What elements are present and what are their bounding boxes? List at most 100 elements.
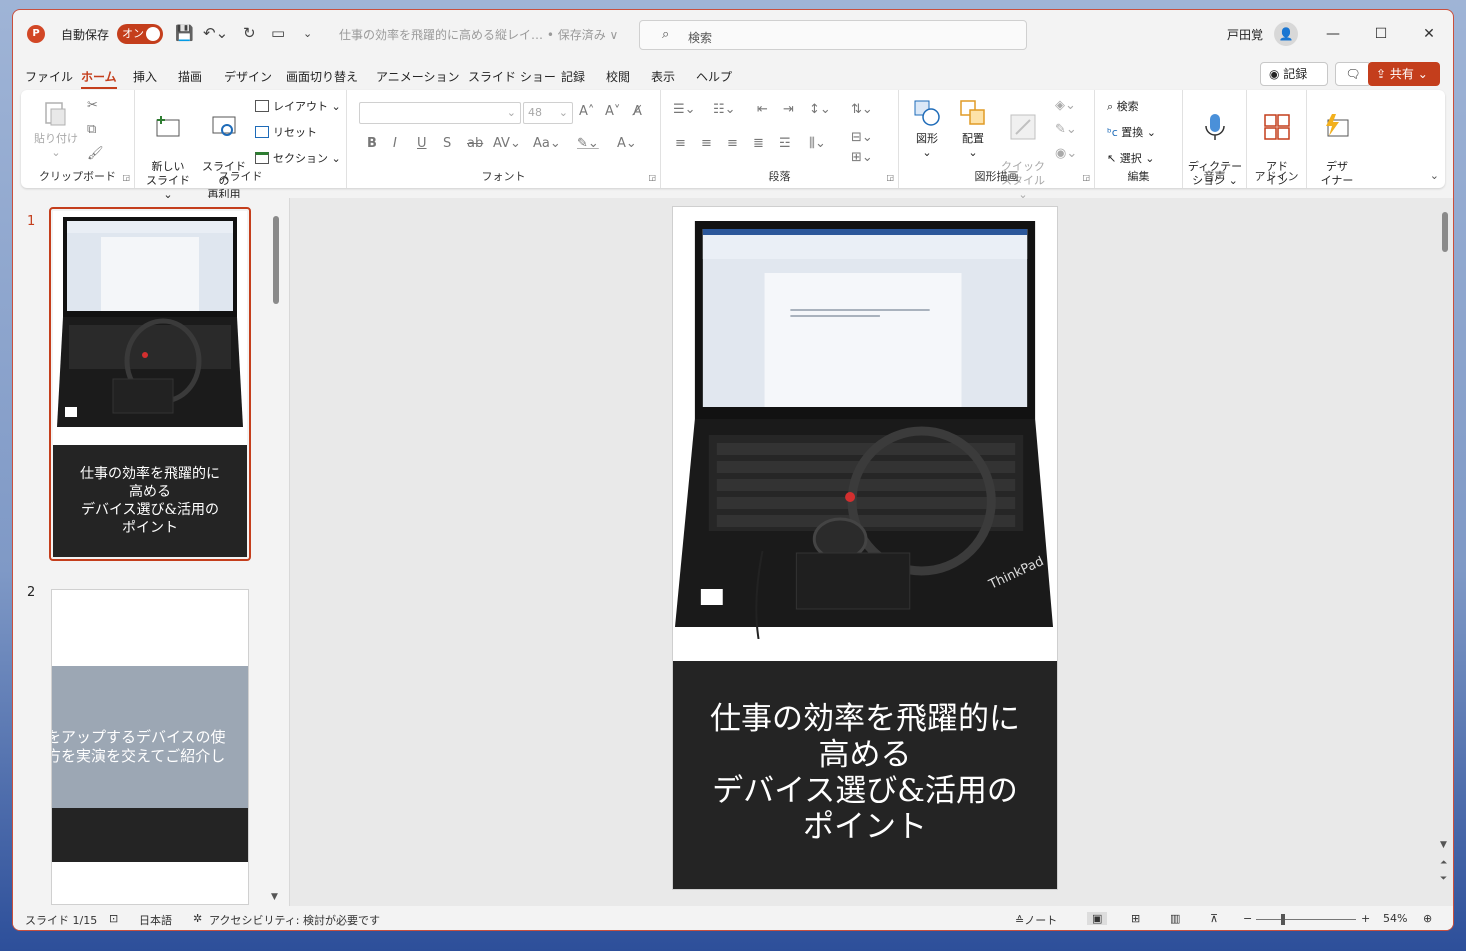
paragraph-launcher-icon[interactable]: ◲ <box>886 173 894 182</box>
find-button[interactable]: ⌕ 検索 <box>1107 98 1139 114</box>
tab-insert[interactable]: 挿入 <box>133 68 157 85</box>
tab-help[interactable]: ヘルプ <box>696 68 732 85</box>
columns-icon[interactable]: ⫼⌄ <box>809 136 826 151</box>
layout-button[interactable]: レイアウト ⌄ <box>255 98 341 114</box>
record-button[interactable]: ◉ 記録 <box>1260 62 1328 86</box>
customize-qat-icon[interactable]: ⌄ <box>303 27 312 40</box>
distributed-icon[interactable]: ☲ <box>779 136 791 151</box>
increase-font-icon[interactable]: A˄ <box>579 104 594 119</box>
font-launcher-icon[interactable]: ◲ <box>648 173 656 182</box>
thumbnail-scrollbar[interactable]: ▼ <box>271 202 281 902</box>
text-direction-icon[interactable]: ⇅⌄ <box>851 102 873 117</box>
shapes-button[interactable]: 図形 ⌄ <box>905 98 949 160</box>
search-box[interactable]: ⌕ 検索 <box>639 20 1027 50</box>
font-size-combo[interactable]: 48 ⌄ <box>523 102 573 124</box>
tab-home[interactable]: ホーム <box>81 68 117 89</box>
close-button[interactable]: ✕ <box>1417 22 1441 46</box>
fit-to-window-icon[interactable]: ⊕ <box>1423 912 1432 925</box>
save-icon[interactable]: 💾 <box>175 24 194 42</box>
bullets-icon[interactable]: ☰⌄ <box>673 102 696 117</box>
tab-animations[interactable]: アニメーション <box>376 68 460 85</box>
slide-title[interactable]: 仕事の効率を飛躍的に 高める デバイス選び&活用の ポイント <box>673 661 1057 889</box>
slide-thumbnail-2[interactable]: をアップするデバイスの使 方を実演を交えてご紹介し <box>51 589 249 905</box>
slide-thumbnail-1[interactable]: 仕事の効率を飛躍的に 高める デバイス選び&活用の ポイント <box>49 207 251 561</box>
document-title[interactable]: 仕事の効率を飛躍的に高める縦レイ… • 保存済み ∨ <box>339 26 618 43</box>
shape-effects-icon[interactable]: ◉⌄ <box>1055 146 1077 161</box>
normal-view-icon[interactable]: ▣ <box>1087 912 1108 925</box>
language-indicator[interactable]: 日本語 <box>139 912 172 928</box>
align-text-icon[interactable]: ⊟⌄ <box>851 130 873 145</box>
user-name[interactable]: 戸田覚 <box>1227 26 1263 43</box>
slide-sorter-icon[interactable]: ⊞ <box>1131 912 1140 925</box>
format-painter-icon[interactable]: 🖌 <box>87 146 104 161</box>
tab-file[interactable]: ファイル <box>25 68 73 85</box>
share-button[interactable]: ⇪ 共有 ⌄ <box>1368 62 1440 86</box>
redo-icon[interactable]: ↻ <box>243 24 256 42</box>
zoom-slider-knob[interactable] <box>1281 914 1285 925</box>
font-color-icon[interactable]: A⌄ <box>617 136 637 151</box>
cut-icon[interactable]: ✂ <box>87 98 98 113</box>
zoom-out-icon[interactable]: − <box>1243 912 1252 925</box>
accessibility-status[interactable]: アクセシビリティ: 検討が必要です <box>209 912 380 928</box>
replace-button[interactable]: ᵇc 置換 ⌄ <box>1107 124 1156 140</box>
tab-record[interactable]: 記録 <box>561 68 585 85</box>
zoom-in-icon[interactable]: + <box>1361 912 1370 925</box>
smartart-icon[interactable]: ⊞⌄ <box>851 150 873 165</box>
clear-formatting-icon[interactable]: A̸ <box>633 104 642 119</box>
current-slide[interactable]: ThinkPad 仕事の効率を飛躍的に 高める デバイス選び&活用の ポイント <box>672 206 1058 890</box>
ribbon-collapse-icon[interactable]: ⌄ <box>1430 169 1439 182</box>
highlight-icon[interactable]: ✎⌄ <box>577 136 599 151</box>
editor-scrollbar-thumb[interactable] <box>1442 212 1448 252</box>
user-avatar-icon[interactable]: 👤 <box>1274 22 1298 46</box>
character-spacing-icon[interactable]: AV⌄ <box>493 136 521 151</box>
spellcheck-icon[interactable]: ⊡ <box>109 912 118 925</box>
italic-icon[interactable]: I <box>393 136 397 151</box>
present-from-start-icon[interactable]: ▭ <box>271 24 285 42</box>
paste-button[interactable]: 貼り付け ⌄ <box>31 98 81 160</box>
decrease-indent-icon[interactable]: ⇤ <box>757 102 768 117</box>
scroll-down-icon[interactable]: ▼ <box>271 892 278 902</box>
tab-design[interactable]: デザイン <box>224 68 272 85</box>
align-left-icon[interactable]: ≡ <box>675 136 686 151</box>
minimize-button[interactable]: — <box>1321 22 1345 46</box>
new-slide-button[interactable]: 新しい スライド ⌄ <box>143 98 193 202</box>
change-case-icon[interactable]: Aa⌄ <box>533 136 561 151</box>
strikethrough-icon[interactable]: ab <box>467 136 483 151</box>
maximize-button[interactable]: ☐ <box>1369 22 1393 46</box>
undo-icon[interactable]: ↶⌄ <box>203 24 228 42</box>
drawing-launcher-icon[interactable]: ◲ <box>1082 173 1090 182</box>
editor-scrollbar[interactable]: ▼ ⏶ ⏷ <box>1440 202 1450 902</box>
thumbnail-scrollbar-thumb[interactable] <box>273 216 279 304</box>
copy-icon[interactable]: ⧉ <box>87 122 96 137</box>
align-right-icon[interactable]: ≡ <box>727 136 738 151</box>
tab-review[interactable]: 校閲 <box>606 68 630 85</box>
arrange-button[interactable]: 配置 ⌄ <box>951 98 995 160</box>
editor-scroll-down-icon[interactable]: ▼ <box>1440 840 1447 850</box>
font-name-combo[interactable]: ⌄ <box>359 102 521 124</box>
select-button[interactable]: ↖ 選択 ⌄ <box>1107 150 1154 166</box>
reset-button[interactable]: リセット <box>255 124 317 140</box>
shadow-icon[interactable]: S <box>443 136 451 151</box>
autosave-toggle[interactable]: オン <box>117 24 163 44</box>
align-center-icon[interactable]: ≡ <box>701 136 712 151</box>
line-spacing-icon[interactable]: ↕⌄ <box>809 102 831 117</box>
decrease-font-icon[interactable]: A˅ <box>605 104 620 119</box>
shape-outline-icon[interactable]: ✎⌄ <box>1055 122 1077 137</box>
laptop-photo[interactable]: ThinkPad <box>673 221 1057 639</box>
slideshow-view-icon[interactable]: ⊼ <box>1210 912 1218 925</box>
zoom-level[interactable]: 54% <box>1383 912 1407 925</box>
bold-icon[interactable]: B <box>367 136 377 151</box>
shape-fill-icon[interactable]: ◈⌄ <box>1055 98 1076 113</box>
next-slide-icon[interactable]: ⏷ <box>1440 874 1447 884</box>
section-button[interactable]: セクション ⌄ <box>255 150 341 166</box>
underline-icon[interactable]: U <box>417 136 427 151</box>
tab-transitions[interactable]: 画面切り替え <box>286 68 358 85</box>
clipboard-launcher-icon[interactable]: ◲ <box>122 173 130 182</box>
numbering-icon[interactable]: ☷⌄ <box>713 102 736 117</box>
increase-indent-icon[interactable]: ⇥ <box>783 102 794 117</box>
accessibility-icon[interactable]: ✲ <box>193 912 202 925</box>
previous-slide-icon[interactable]: ⏶ <box>1440 858 1447 868</box>
quick-styles-button[interactable]: クイック スタイル ⌄ <box>999 98 1047 202</box>
designer-button[interactable]: デザ イナー <box>1313 98 1361 188</box>
justify-icon[interactable]: ≣ <box>753 136 764 151</box>
